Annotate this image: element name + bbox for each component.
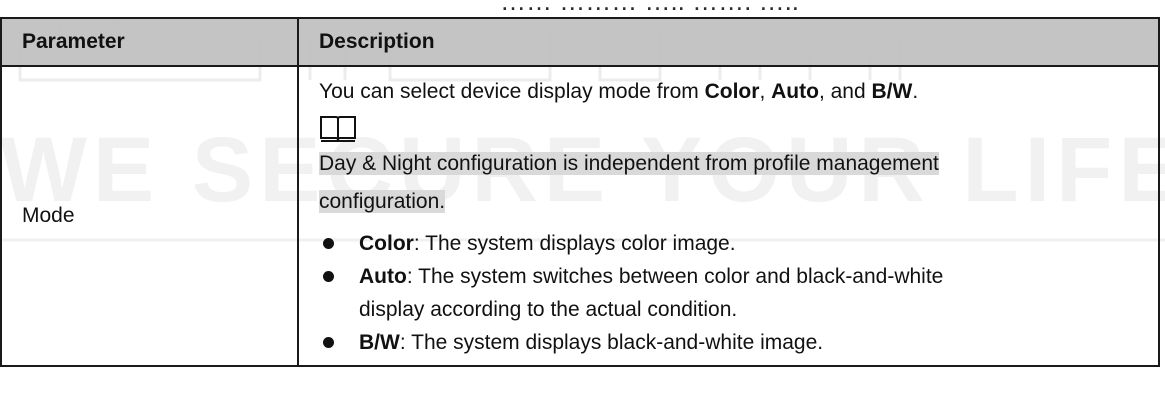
option-bw: B/W (871, 80, 913, 103)
mode-text: : The system displays color image. (413, 232, 736, 255)
mode-text: : The system switches between color and … (406, 265, 944, 288)
mode-term: B/W (359, 331, 400, 354)
intro-suffix: . (912, 80, 919, 103)
header-parameter: Parameter (0, 17, 299, 67)
mode-text-continued: display according to the actual conditio… (359, 298, 738, 321)
mode-term: Auto (359, 265, 407, 288)
bullet-icon (323, 337, 334, 348)
table-row: Mode You can select device display mode … (0, 65, 1160, 367)
parameter-cell: Mode (0, 65, 299, 367)
document-page: WE SECURE YOUR LIFE …… ……… ….. ……. ….. P… (0, 0, 1165, 412)
list-item: B/W: The system displays black-and-white… (319, 326, 1138, 359)
book-note-icon (320, 116, 356, 142)
intro-sentence: You can select device display mode from … (319, 75, 1138, 109)
header-description: Description (297, 17, 1160, 67)
note-line-2: configuration. (319, 190, 446, 213)
separator: , and (818, 80, 872, 103)
note-block: Day & Night configuration is independent… (319, 145, 959, 221)
cropped-previous-line: …… ……… ….. ……. ….. (0, 0, 1165, 12)
parameter-table: Parameter Description Mode You can selec… (0, 17, 1160, 367)
option-color: Color (704, 80, 760, 103)
list-item: Auto: The system switches between color … (319, 260, 1138, 326)
mode-term: Color (359, 232, 414, 255)
mode-list: Color: The system displays color image. … (319, 227, 1138, 359)
option-auto: Auto (771, 80, 819, 103)
cropped-text: …… ……… ….. ……. ….. (500, 0, 799, 12)
note-line-1: Day & Night configuration is independent… (319, 152, 939, 175)
table-header-row: Parameter Description (0, 17, 1160, 67)
intro-prefix: You can select device display mode from (319, 80, 705, 103)
separator: , (759, 80, 772, 103)
mode-text: : The system displays black-and-white im… (399, 331, 824, 354)
bullet-icon (323, 238, 334, 249)
list-item: Color: The system displays color image. (319, 227, 1138, 260)
description-cell: You can select device display mode from … (297, 65, 1160, 367)
bullet-icon (323, 271, 334, 282)
